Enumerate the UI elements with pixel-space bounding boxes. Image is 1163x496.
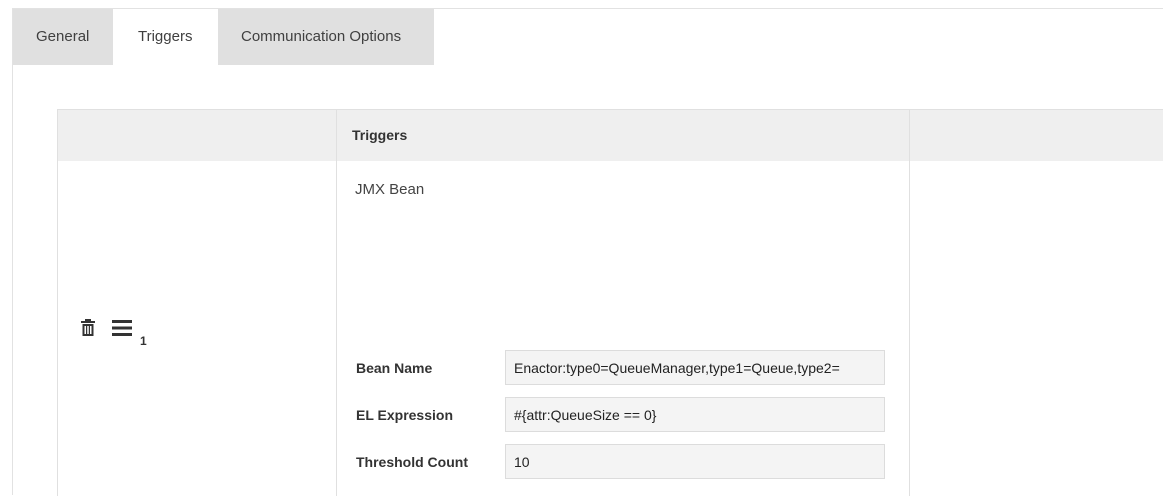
- bean-name-label: Bean Name: [356, 360, 433, 376]
- threshold-count-input[interactable]: [505, 444, 885, 479]
- row-extra-cell: [910, 161, 1163, 496]
- row-trigger-cell: JMX Bean Bean Name EL Expression Thresho…: [337, 161, 910, 496]
- tab-general[interactable]: General: [13, 9, 113, 65]
- header-cell-actions: [57, 110, 337, 161]
- table-row: 1 JMX Bean Bean Name EL Expression Thres…: [57, 161, 1163, 496]
- triggers-panel: General Triggers Communication Options T…: [12, 8, 1163, 496]
- header-cell-extra: [910, 110, 1163, 161]
- tab-bar: General Triggers Communication Options: [13, 9, 434, 65]
- el-expression-label: EL Expression: [356, 407, 454, 423]
- trash-icon[interactable]: [81, 319, 95, 337]
- tab-triggers[interactable]: Triggers: [113, 9, 218, 65]
- triggers-table: Triggers 1 JMX Bean Bean Name Enactor:ty…: [57, 109, 1163, 496]
- el-expression-input[interactable]: [505, 397, 885, 432]
- tab-communication-options[interactable]: Communication Options: [218, 9, 434, 65]
- header-cell-triggers: Triggers: [337, 110, 910, 161]
- trigger-type-label: JMX Bean: [355, 181, 425, 198]
- row-actions-cell: 1: [57, 161, 337, 496]
- row-index: 1: [140, 334, 147, 348]
- hamburger-menu-icon[interactable]: [112, 319, 132, 337]
- threshold-count-label: Threshold Count: [356, 454, 468, 470]
- bean-name-input[interactable]: [505, 350, 885, 385]
- table-header-row: Triggers: [57, 109, 1163, 161]
